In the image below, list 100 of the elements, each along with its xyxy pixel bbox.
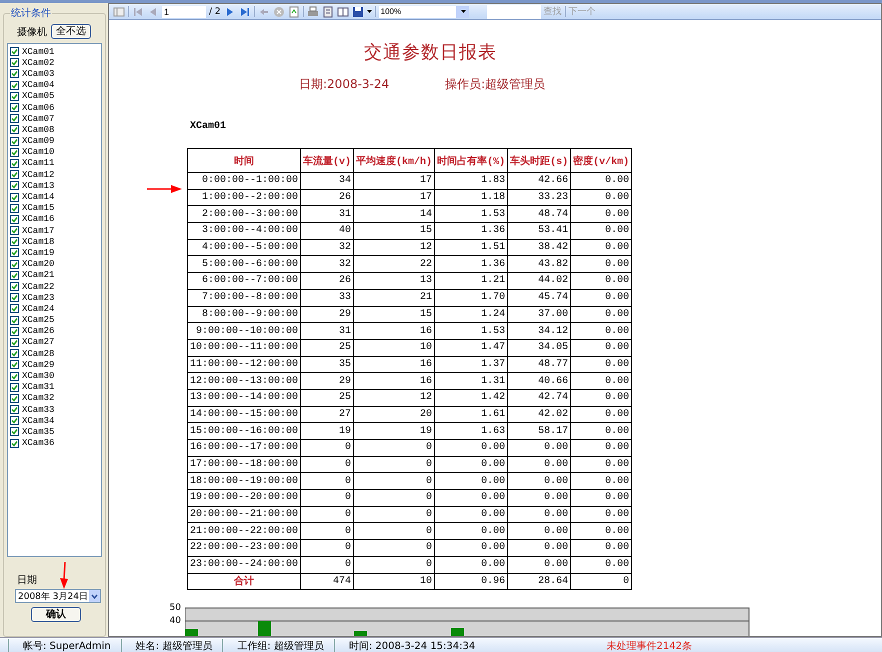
checkbox[interactable] — [10, 103, 19, 112]
checkbox[interactable] — [10, 316, 19, 325]
last-page-button[interactable] — [238, 6, 251, 18]
table-cell: 0 — [300, 540, 354, 556]
checkbox[interactable] — [10, 158, 19, 168]
checkbox[interactable] — [10, 214, 19, 224]
checkbox[interactable] — [10, 394, 19, 403]
table-cell: 16 — [354, 356, 435, 373]
checkbox[interactable] — [10, 80, 19, 90]
checkbox[interactable] — [10, 181, 19, 190]
table-cell: 20 — [354, 406, 435, 423]
sidebar-toggle-button[interactable] — [113, 6, 125, 18]
checkbox[interactable] — [10, 360, 19, 370]
checkbox[interactable] — [10, 69, 19, 78]
checkbox[interactable] — [10, 293, 19, 302]
table-cell: 1.42 — [434, 389, 508, 406]
axis-tick-label: 50 — [168, 602, 181, 616]
table-cell: 29 — [300, 306, 354, 323]
refresh-button[interactable] — [288, 6, 300, 18]
deselect-all-button[interactable]: 全不选 — [51, 24, 91, 39]
checkbox[interactable] — [10, 326, 19, 336]
zoom-select[interactable]: 100% — [378, 6, 469, 18]
status-field: 帐号: SuperAdmin — [8, 638, 121, 652]
checkbox[interactable] — [10, 170, 19, 180]
checkbox[interactable] — [10, 237, 19, 246]
checkbox[interactable] — [10, 92, 19, 101]
table-cell: 12 — [354, 389, 435, 406]
table-cell: 0.00 — [570, 556, 632, 573]
table-cell: 17 — [354, 189, 435, 206]
annotation-arrow-icon — [59, 562, 69, 590]
checkbox[interactable] — [10, 192, 19, 202]
table-cell: 0 — [354, 540, 435, 556]
page-count: / 2 — [209, 6, 221, 16]
table-cell: 2:00:00--3:00:00 — [188, 206, 301, 223]
table-cell: 0 — [300, 456, 354, 473]
table-cell: 29 — [300, 372, 354, 390]
checkbox[interactable] — [10, 47, 19, 56]
date-picker[interactable]: 2008年 3月24日 — [15, 589, 101, 603]
table-cell: 1.24 — [434, 306, 508, 323]
table-cell: 34.05 — [508, 339, 571, 356]
camera-name: XCam28 — [22, 348, 54, 359]
checkbox[interactable] — [10, 125, 19, 134]
table-cell: 0 — [354, 456, 435, 473]
checkbox[interactable] — [10, 114, 19, 124]
checkbox[interactable] — [10, 204, 19, 213]
page-layout-button[interactable] — [322, 6, 334, 18]
checkbox[interactable] — [10, 226, 19, 236]
checkbox[interactable] — [10, 438, 19, 448]
table-cell: 0.00 — [570, 456, 632, 473]
checkbox[interactable] — [10, 382, 19, 392]
save-button[interactable] — [352, 6, 364, 18]
camera-name: XCam07 — [22, 114, 54, 124]
print-button[interactable] — [306, 6, 319, 18]
checkbox[interactable] — [10, 416, 19, 426]
checkbox[interactable] — [10, 304, 19, 314]
checkbox[interactable] — [10, 282, 19, 292]
page-setup-button[interactable] — [336, 6, 349, 18]
checkbox[interactable] — [10, 349, 19, 358]
table-cell: 23:00:00--24:00:00 — [188, 556, 301, 573]
page-number-field[interactable]: 1 — [162, 6, 206, 18]
table-cell: 1.21 — [434, 272, 508, 290]
checkbox[interactable] — [10, 372, 19, 381]
find-field[interactable] — [486, 4, 541, 18]
table-cell: 21 — [354, 289, 435, 306]
table-cell: 0.00 — [508, 456, 571, 473]
table-cell: 13:00:00--14:00:00 — [188, 389, 301, 406]
table-cell: 0.00 — [508, 506, 571, 523]
table-cell: 33 — [300, 289, 354, 306]
checkbox[interactable] — [10, 136, 19, 146]
confirm-button[interactable]: 确认 — [31, 607, 81, 622]
table-cell: 17 — [354, 172, 435, 190]
camera-name: XCam25 — [22, 315, 54, 326]
table-cell: 34 — [300, 172, 354, 190]
checkbox[interactable] — [10, 260, 19, 269]
camera-name: XCam20 — [22, 259, 54, 270]
caret-icon[interactable] — [366, 10, 372, 14]
table-cell: 25 — [300, 389, 354, 406]
table-cell: 4:00:00--5:00:00 — [188, 239, 301, 256]
table-cell: 0.00 — [570, 206, 632, 223]
table-cell: 0.00 — [508, 490, 571, 506]
checkbox[interactable] — [10, 58, 19, 68]
checkbox[interactable] — [10, 148, 19, 157]
camera-name: XCam02 — [22, 58, 54, 68]
table-cell: 0.00 — [434, 540, 508, 556]
table-cell: 0.00 — [434, 556, 508, 573]
table-cell: 15 — [354, 222, 435, 240]
checkbox[interactable] — [10, 405, 19, 414]
camera-name: XCam31 — [22, 382, 54, 392]
checkbox[interactable] — [10, 338, 19, 347]
status-field: 时间: 2008-3-24 15:34:34 — [334, 638, 486, 652]
table-cell: 31 — [300, 322, 354, 340]
column-header: 时间 — [188, 148, 301, 172]
camera-label: 摄像机 — [17, 26, 47, 38]
table-cell: 1.51 — [434, 239, 508, 256]
checkbox[interactable] — [10, 248, 19, 258]
report-operator: 操作员:超级管理员 — [445, 76, 546, 93]
checkbox[interactable] — [10, 270, 19, 280]
table-cell: 25 — [300, 339, 354, 356]
table-cell: 1.53 — [434, 322, 508, 340]
checkbox[interactable] — [10, 427, 19, 436]
